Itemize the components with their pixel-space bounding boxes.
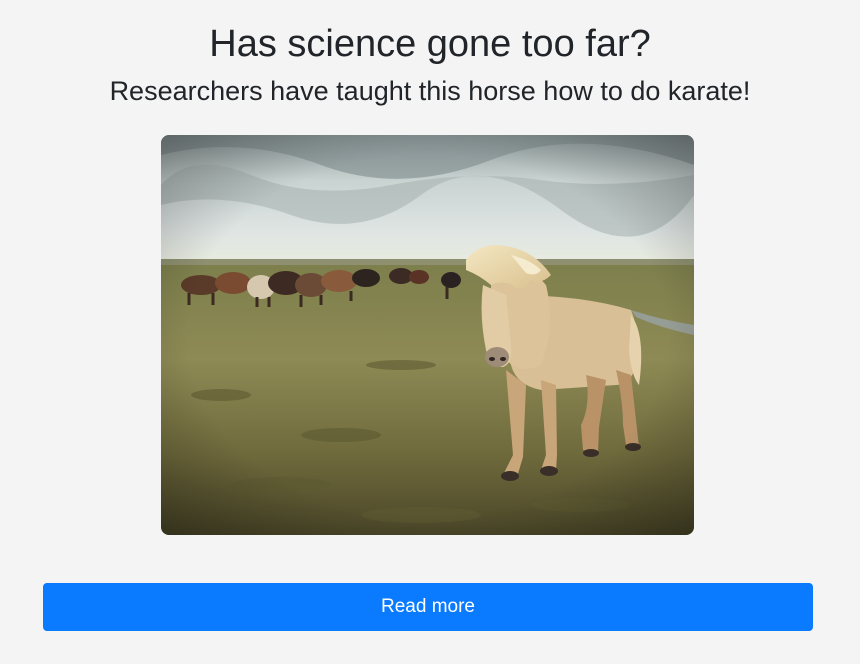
horse-photo [161,135,694,535]
page-title: Has science gone too far? [209,23,651,65]
page-subtitle: Researchers have taught this horse how t… [109,76,751,106]
read-more-button[interactable]: Read more [43,583,813,631]
article-card: Has science gone too far? Researchers ha… [0,0,860,664]
